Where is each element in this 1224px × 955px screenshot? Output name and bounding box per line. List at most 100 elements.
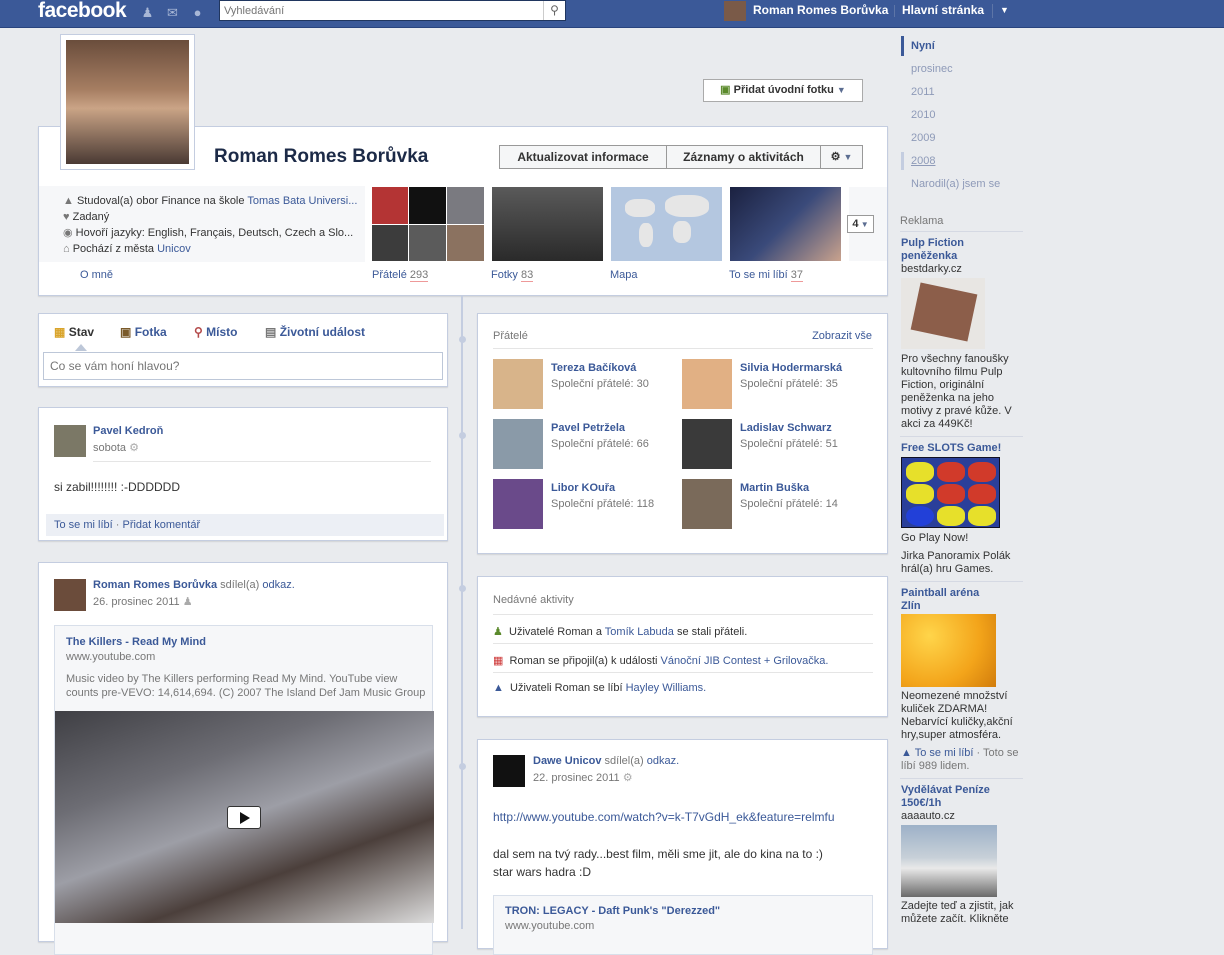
friend-name[interactable]: Ladislav Schwarz [740, 422, 832, 434]
friend-name[interactable]: Tereza Bačíková [551, 362, 636, 374]
author-link[interactable]: Pavel Kedroň [93, 425, 163, 437]
status-input[interactable] [43, 352, 443, 380]
shared-link[interactable]: odkaz. [647, 755, 679, 767]
divider [900, 436, 1023, 437]
update-info-button[interactable]: Aktualizovat informace [499, 145, 667, 169]
friend-name[interactable]: Libor KOuřa [551, 482, 615, 494]
likes-tile-label[interactable]: To se mi líbí 37 [729, 269, 803, 282]
friend-name[interactable]: Pavel Petržela [551, 422, 625, 434]
timeline-marker [901, 152, 904, 170]
map-tile-label[interactable]: Mapa [610, 269, 638, 281]
photos-tile-label[interactable]: Fotky 83 [491, 269, 534, 282]
link-title[interactable]: The Killers - Read My Mind [66, 636, 206, 648]
ad-image[interactable] [901, 825, 997, 897]
messages-icon[interactable]: ✉ [165, 5, 180, 20]
composer-tab-life-event[interactable]: ▤ Životní událost [265, 325, 365, 339]
friend-avatar[interactable] [493, 479, 543, 529]
hometown-link[interactable]: Unicov [157, 243, 191, 255]
link-title[interactable]: TRON: LEGACY - Daft Punk's "Derezzed" [505, 905, 720, 917]
dot-sep: · [115, 519, 120, 531]
timeline-nav-now[interactable]: Nyní [911, 40, 935, 52]
nav-divider [992, 4, 993, 18]
map-tile[interactable] [611, 187, 722, 261]
author-avatar[interactable] [54, 425, 86, 457]
play-button[interactable] [227, 806, 261, 829]
author-link[interactable]: Roman Romes Borůvka [93, 579, 217, 591]
friend-name[interactable]: Silvia Hodermarská [740, 362, 842, 374]
friend-avatar[interactable] [493, 359, 543, 409]
timeline-nav-2011[interactable]: 2011 [911, 86, 935, 98]
friend-avatar[interactable] [682, 479, 732, 529]
link-preview[interactable]: The Killers - Read My Mind www.youtube.c… [54, 625, 434, 955]
facebook-logo[interactable]: facebook [38, 0, 127, 22]
timeline-nav-2009[interactable]: 2009 [911, 132, 935, 144]
add-cover-button[interactable]: ▣ Přidat úvodní fotku ▼ [703, 79, 863, 102]
profile-picture-frame[interactable] [60, 34, 195, 170]
tile-label[interactable]: Fotky [491, 269, 518, 281]
ad-image[interactable] [901, 614, 996, 687]
more-tiles-button[interactable]: 4 ▼ [847, 215, 874, 233]
shared-link[interactable]: odkaz. [262, 579, 294, 591]
timeline-nav-2010[interactable]: 2010 [911, 109, 935, 121]
profile-link[interactable]: Roman Romes Borůvka [753, 0, 888, 21]
link-preview[interactable]: TRON: LEGACY - Daft Punk's "Derezzed" ww… [493, 895, 873, 955]
notifications-globe-icon[interactable]: ● [190, 5, 205, 20]
search-input[interactable] [220, 1, 540, 20]
activity-link[interactable]: Tomík Labuda [605, 626, 674, 638]
post-url[interactable]: http://www.youtube.com/watch?v=k-T7vGdH_… [493, 810, 835, 824]
friend-requests-icon[interactable]: ♟ [140, 5, 155, 20]
post-time-text[interactable]: 26. prosinec 2011 [93, 596, 180, 608]
timeline-nav-born[interactable]: Narodil(a) jsem se [911, 178, 1000, 190]
timeline-dot [459, 763, 466, 770]
account-menu-chevron-icon[interactable]: ▼ [1000, 0, 1009, 21]
ad-like-link[interactable]: To se mi líbí [915, 747, 974, 759]
tab-label: Fotka [134, 325, 167, 339]
composer-tab-status[interactable]: ▦ Stav [54, 325, 94, 339]
slot-fruit [906, 506, 934, 526]
ad-title[interactable]: Pulp Fiction peněženka [901, 237, 964, 263]
timeline-nav-december[interactable]: prosinec [911, 63, 953, 75]
friend-avatar[interactable] [682, 359, 732, 409]
friends-tile-label[interactable]: Přátelé 293 [372, 269, 429, 282]
education-icon: ▲ [63, 195, 74, 207]
friend-avatar[interactable] [682, 419, 732, 469]
friend-name[interactable]: Martin Buška [740, 482, 809, 494]
activity-link[interactable]: Hayley Williams. [626, 682, 707, 694]
post-time-text[interactable]: sobota [93, 442, 126, 454]
about-me-link[interactable]: O mně [80, 269, 113, 281]
author-avatar[interactable] [493, 755, 525, 787]
friends-audience-icon: ♟ [182, 596, 193, 608]
likes-tile[interactable] [730, 187, 841, 261]
like-link[interactable]: To se mi líbí [54, 519, 113, 531]
comment-link[interactable]: Přidat komentář [122, 519, 200, 531]
video-thumbnail[interactable] [55, 711, 434, 923]
user-avatar[interactable] [724, 1, 746, 21]
ad-title[interactable]: Free SLOTS Game! [901, 442, 1001, 455]
composer-tab-photo[interactable]: ▣ Fotka [120, 325, 167, 339]
photos-tile[interactable] [492, 187, 603, 261]
tile-label[interactable]: Mapa [610, 269, 638, 281]
settings-gear-button[interactable]: ⚙ ▼ [820, 145, 863, 169]
ad-title[interactable]: Vydělávat Peníze 150€/1h [901, 784, 990, 810]
post-time-text[interactable]: 22. prosinec 2011 [533, 772, 620, 784]
tile-label[interactable]: To se mi líbí [729, 269, 788, 281]
activity-log-button[interactable]: Záznamy o aktivitách [666, 145, 821, 169]
school-link[interactable]: Tomas Bata Universi... [247, 195, 357, 207]
friends-tile[interactable] [372, 187, 484, 261]
author-link[interactable]: Dawe Unicov [533, 755, 601, 767]
post-time: sobota ⚙ [93, 441, 139, 454]
friend-mutual: Společní přátelé: 30 [551, 378, 649, 390]
activity-link[interactable]: Vánoční JIB Contest + Grilovačka. [661, 655, 829, 667]
chevron-down-icon: ▼ [843, 152, 853, 162]
search-icon[interactable]: ⚲ [543, 1, 565, 20]
show-all-friends-link[interactable]: Zobrazit vše [812, 330, 872, 342]
ad-image[interactable] [901, 278, 985, 349]
ad-image[interactable] [901, 457, 1000, 528]
friend-avatar[interactable] [493, 419, 543, 469]
composer-tab-place[interactable]: ⚲ Místo [194, 325, 237, 339]
timeline-nav-2008[interactable]: 2008 [911, 155, 935, 167]
ad-title[interactable]: Paintball aréna Zlín [901, 587, 979, 613]
tile-label[interactable]: Přátelé [372, 269, 407, 281]
author-avatar[interactable] [54, 579, 86, 611]
home-link[interactable]: Hlavní stránka [902, 0, 984, 21]
